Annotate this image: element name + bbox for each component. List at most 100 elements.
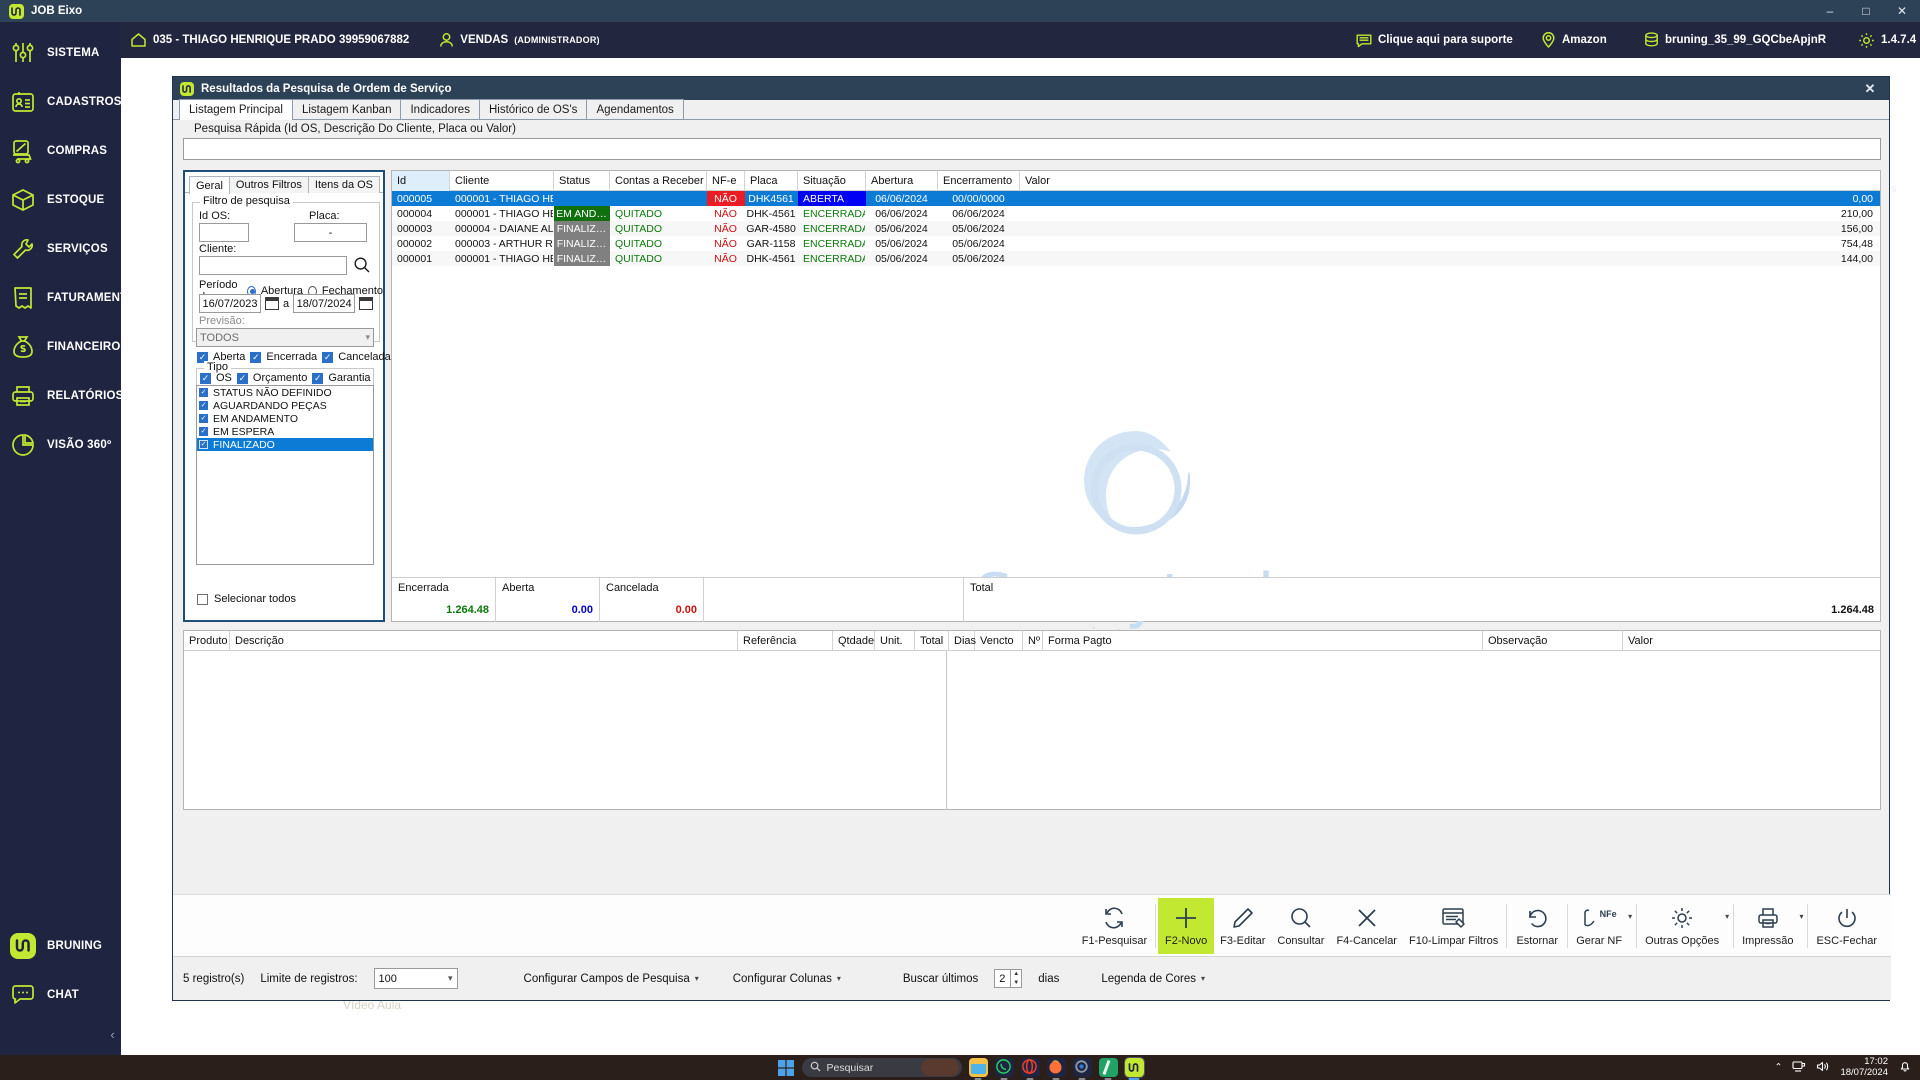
- sidebar-item-chat[interactable]: CHAT: [0, 970, 121, 1019]
- magnifier-icon[interactable]: [353, 256, 371, 279]
- table-row[interactable]: 000003 000004 - DAIANE ALI… FINALIZ… QUI…: [392, 221, 1880, 236]
- column-header-encerramento[interactable]: Encerramento: [938, 171, 1020, 191]
- status-checkbox[interactable]: ✓: [199, 427, 208, 436]
- date-from-input[interactable]: 16/07/2023: [199, 294, 261, 313]
- results-grid[interactable]: Id Cliente Status Contas a Receber NF-e …: [391, 170, 1881, 647]
- checkbox-orcamento[interactable]: [236, 372, 248, 384]
- dialog-close-button[interactable]: ✕: [1853, 79, 1887, 98]
- filter-tab-geral[interactable]: Geral: [189, 176, 230, 194]
- detail-column-total[interactable]: Total: [915, 631, 949, 651]
- sidebar-item-cadastros[interactable]: CADASTROS: [0, 77, 121, 126]
- checkbox-select-all[interactable]: [197, 593, 208, 605]
- settings-icon[interactable]: [1072, 1058, 1092, 1080]
- opera-icon[interactable]: [1020, 1058, 1040, 1080]
- sidebar-item-compras[interactable]: COMPRAS: [0, 126, 121, 175]
- sidebar-item-estoque[interactable]: ESTOQUE: [0, 175, 121, 224]
- checkbox-encerrada[interactable]: [250, 351, 262, 363]
- chevron-down-icon[interactable]: ▾: [1725, 912, 1729, 921]
- legenda-de-cores-link[interactable]: Legenda de Cores ▾: [1101, 973, 1205, 985]
- taskbar-search-box[interactable]: Pesquisar: [801, 1058, 962, 1077]
- status-checkbox[interactable]: ✓: [199, 414, 208, 423]
- sidebar-item-bruning[interactable]: BRUNING: [0, 921, 121, 970]
- button-f2-novo[interactable]: F2-Novo: [1158, 897, 1215, 954]
- bell-icon[interactable]: [1898, 1059, 1912, 1076]
- table-row[interactable]: 000001 000001 - THIAGO HE… FINALIZ… QUIT…: [392, 251, 1880, 266]
- status-list-item[interactable]: ✓ EM ANDAMENTO: [197, 412, 373, 425]
- header-database[interactable]: bruning_35_99_GQCbeApjnR: [1644, 32, 1826, 48]
- placa-input[interactable]: -: [294, 223, 367, 242]
- id-os-input[interactable]: [199, 223, 249, 242]
- button-f4-cancelar[interactable]: F4-Cancelar: [1330, 898, 1403, 954]
- button-outras-opcoes[interactable]: Outras Opções: [1639, 898, 1725, 954]
- sidebar-item-visao-360[interactable]: VISÃO 360º: [0, 420, 121, 469]
- status-list-item[interactable]: ✓ AGUARDANDO PEÇAS: [197, 399, 373, 412]
- table-row[interactable]: 000005 000001 - THIAGO HE… NÃO DHK4561 A…: [392, 191, 1880, 206]
- column-header-abertura[interactable]: Abertura: [866, 171, 938, 191]
- stepper-arrows[interactable]: ▲ ▼: [1010, 969, 1021, 988]
- date-to-input[interactable]: 18/07/2024: [293, 294, 356, 313]
- column-header-cliente[interactable]: Cliente: [450, 171, 554, 191]
- detail-splitter[interactable]: [946, 651, 947, 810]
- calendar-icon[interactable]: [265, 297, 279, 310]
- sidebar-collapse-button[interactable]: ‹: [104, 1023, 121, 1045]
- select-all-row[interactable]: Selecionar todos: [197, 593, 296, 605]
- network-icon[interactable]: [1792, 1060, 1806, 1076]
- chevron-down-icon[interactable]: ▾: [1799, 912, 1803, 921]
- sidebar-item-relatorios[interactable]: RELATÓRIOS: [0, 371, 123, 420]
- sidebar-item-faturamento[interactable]: FATURAMENTO: [0, 273, 136, 322]
- taskbar-widget-thumbnail[interactable]: [920, 1059, 959, 1076]
- status-checkbox[interactable]: ✓: [199, 388, 208, 397]
- checkbox-cancelada[interactable]: [322, 351, 334, 363]
- header-sector[interactable]: VENDAS (ADMINISTRADOR): [439, 32, 600, 48]
- cliente-input[interactable]: [199, 256, 347, 275]
- detail-column-produto[interactable]: Produto: [184, 631, 230, 651]
- button-f1-pesquisar[interactable]: F1-Pesquisar: [1076, 898, 1153, 954]
- sidebar-item-financeiro[interactable]: FINANCEIRO: [0, 322, 121, 371]
- file-explorer-icon[interactable]: [968, 1058, 988, 1080]
- detail-column-referencia[interactable]: Referência: [738, 631, 833, 651]
- configurar-campos-pesquisa-link[interactable]: Configurar Campos de Pesquisa ▾: [524, 973, 699, 985]
- status-checkbox[interactable]: ✓: [199, 440, 208, 449]
- limit-select[interactable]: 100 ▾: [373, 968, 458, 989]
- button-f10-limpar-filtros[interactable]: F10-Limpar Filtros: [1403, 898, 1504, 954]
- maximize-button[interactable]: □: [1848, 0, 1884, 22]
- detail-column-vencto[interactable]: Vencto: [975, 631, 1023, 651]
- chevron-up-icon[interactable]: ⌃: [1774, 1062, 1782, 1073]
- table-row[interactable]: 000004 000001 - THIAGO HE… EM AND… QUITA…: [392, 206, 1880, 221]
- whatsapp-icon[interactable]: [994, 1058, 1014, 1080]
- filter-tab-itens-da-os[interactable]: Itens da OS: [307, 176, 381, 193]
- excel-icon[interactable]: [1098, 1058, 1118, 1080]
- column-header-placa[interactable]: Placa: [745, 171, 798, 191]
- quick-search-box[interactable]: [183, 138, 1881, 160]
- windows-start-icon[interactable]: [777, 1059, 795, 1077]
- detail-column-valor[interactable]: Valor: [1623, 631, 1778, 651]
- status-list-item[interactable]: ✓ FINALIZADO: [197, 438, 373, 451]
- configurar-colunas-link[interactable]: Configurar Colunas ▾: [733, 973, 841, 985]
- column-header-status[interactable]: Status: [554, 171, 610, 191]
- button-consultar[interactable]: Consultar: [1271, 898, 1330, 954]
- volume-icon[interactable]: [1816, 1060, 1830, 1076]
- button-esc-fechar[interactable]: ESC-Fechar: [1810, 898, 1883, 954]
- detail-column-dias[interactable]: Dias: [949, 631, 976, 651]
- button-impressao[interactable]: Impressão: [1736, 898, 1799, 954]
- sidebar-item-servicos[interactable]: SERVIÇOS: [0, 224, 121, 273]
- detail-column-forma-pagto[interactable]: Forma Pagto: [1043, 631, 1483, 651]
- column-header-id[interactable]: Id: [392, 171, 450, 191]
- button-f3-editar[interactable]: F3-Editar: [1214, 898, 1271, 954]
- previsao-select[interactable]: TODOS ▾: [196, 328, 374, 347]
- header-amazon-link[interactable]: Amazon: [1541, 32, 1607, 48]
- tab-agendamentos[interactable]: Agendamentos: [586, 99, 684, 119]
- detail-column-descricao[interactable]: Descrição: [230, 631, 738, 651]
- tab-listagem-principal[interactable]: Listagem Principal: [179, 99, 293, 120]
- table-row[interactable]: 000002 000003 - ARTHUR RU… FINALIZ… QUIT…: [392, 236, 1880, 251]
- status-list-item[interactable]: ✓ STATUS NÃO DEFINIDO: [197, 386, 373, 399]
- column-header-valor[interactable]: Valor: [1020, 171, 1880, 191]
- checkbox-os[interactable]: [200, 372, 211, 384]
- detail-column-numero[interactable]: Nº: [1023, 631, 1043, 651]
- button-gerar-nf[interactable]: NFe Gerar NF: [1570, 898, 1628, 954]
- column-header-situacao[interactable]: Situação: [798, 171, 866, 191]
- detail-grid[interactable]: Produto Descrição Referência Qtdade Unit…: [183, 630, 1881, 810]
- tab-listagem-kanban[interactable]: Listagem Kanban: [291, 99, 402, 119]
- status-list-item[interactable]: ✓ EM ESPERA: [197, 425, 373, 438]
- days-stepper[interactable]: 2 ▲ ▼: [994, 969, 1023, 988]
